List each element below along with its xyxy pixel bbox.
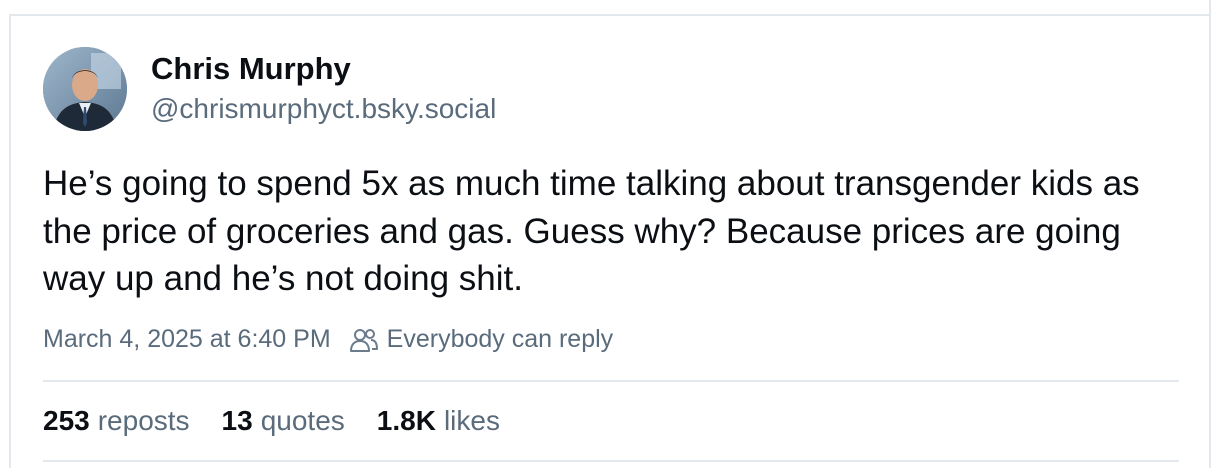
reply-setting[interactable]: Everybody can reply xyxy=(387,325,614,354)
avatar-image xyxy=(43,47,127,131)
quotes-count: 13 xyxy=(221,405,253,436)
card-border-left xyxy=(9,14,11,468)
people-icon xyxy=(349,328,378,352)
likes-label: likes xyxy=(443,405,500,436)
quotes-stat[interactable]: 13 quotes xyxy=(222,405,345,437)
post-timestamp[interactable]: March 4, 2025 at 6:40 PM xyxy=(43,325,331,354)
post-meta: March 4, 2025 at 6:40 PM Everybody can r… xyxy=(43,325,613,354)
likes-stat[interactable]: 1.8K likes xyxy=(377,405,500,437)
post-card: Chris Murphy @chrismurphyct.bsky.social … xyxy=(0,0,1220,468)
card-border-top xyxy=(9,14,1211,16)
reposts-label: reposts xyxy=(97,405,190,436)
divider xyxy=(43,380,1179,382)
reposts-stat[interactable]: 253 reposts xyxy=(43,405,190,437)
author-display-name[interactable]: Chris Murphy xyxy=(151,51,351,87)
card-border-right xyxy=(1209,0,1211,468)
post-stats: 253 reposts 13 quotes 1.8K likes xyxy=(43,405,500,437)
likes-count: 1.8K xyxy=(376,405,436,436)
author-handle[interactable]: @chrismurphyct.bsky.social xyxy=(151,93,496,125)
reposts-count: 253 xyxy=(43,405,90,436)
quotes-label: quotes xyxy=(260,405,345,436)
divider xyxy=(43,460,1179,462)
post-text: He’s going to spend 5x as much time talk… xyxy=(43,164,1140,298)
avatar[interactable] xyxy=(43,47,127,131)
